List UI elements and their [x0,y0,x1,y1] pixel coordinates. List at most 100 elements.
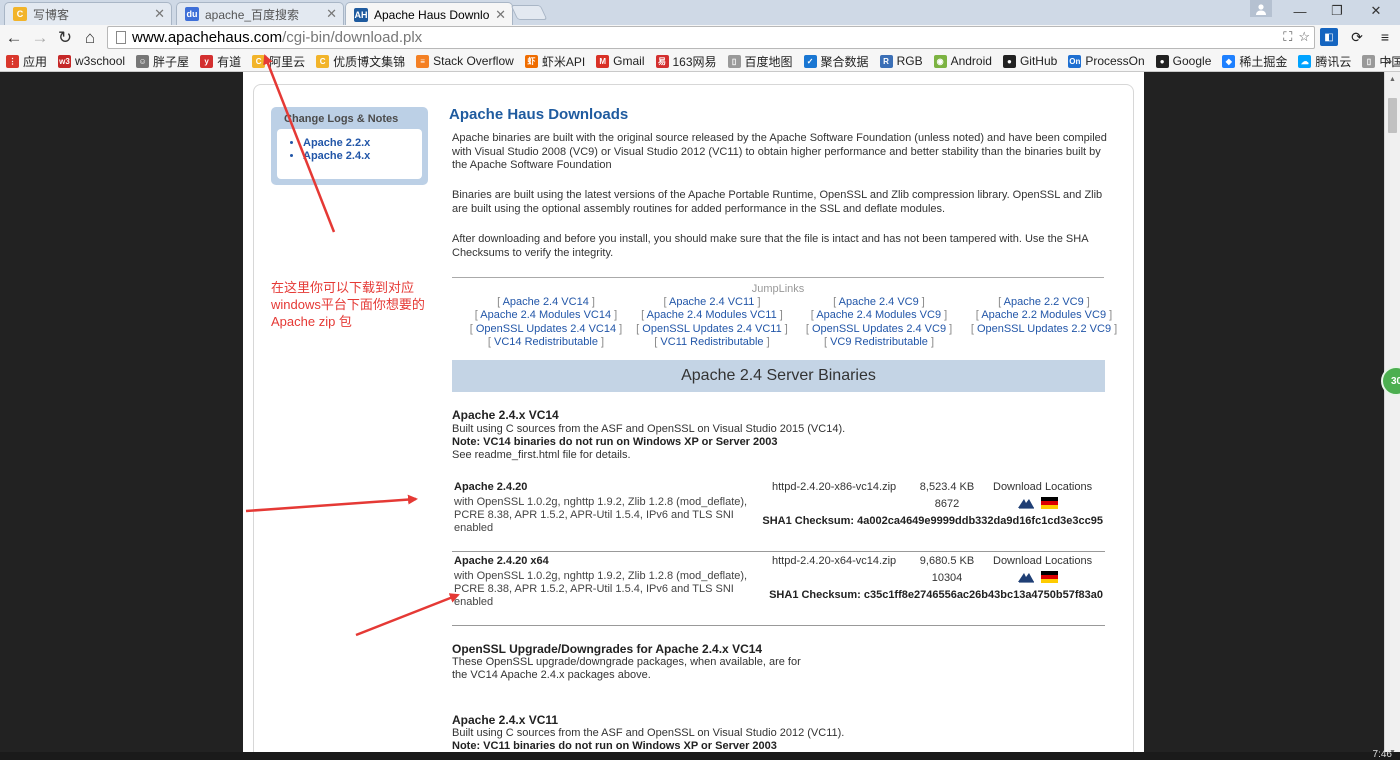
jumplink[interactable]: Apache 2.2 Modules VC9 [981,309,1106,321]
germany-flag-icon[interactable] [1041,571,1058,583]
bookmark-item[interactable]: ● Google [1155,54,1211,68]
scrollbar-thumb[interactable] [1388,98,1397,133]
bookmark-item[interactable]: 易 163网易 [655,53,717,70]
jumplink[interactable]: Apache 2.4 VC11 [669,296,754,308]
close-window-button[interactable]: ✕ [1362,2,1390,20]
vc11-description: Built using C sources from the ASF and O… [452,727,845,739]
bookmark-item[interactable]: C 优质博文集锦 [316,53,405,70]
csdn-icon: C [316,54,330,68]
bookmark-item[interactable]: ◆ 稀土掘金 [1222,53,1287,70]
star-icon[interactable]: ☆ [1298,29,1310,45]
close-icon[interactable]: ✕ [326,6,337,22]
page-icon: ▯ [1362,54,1376,68]
verify-paragraph: After downloading and before you install… [452,233,1088,259]
page-icon [116,31,126,44]
apachehaus-icon: AH [354,7,368,22]
profile-icon[interactable] [1250,0,1272,17]
vc14-description: Built using C sources from the ASF and O… [452,423,846,435]
page-content: Change Logs & Notes Apache 2.2.x Apache … [243,72,1144,760]
bookmark-label: 腾讯云 [1315,54,1352,69]
bookmark-item[interactable]: ☁ 腾讯云 [1298,53,1351,70]
jumplink[interactable]: Apache 2.2 VC9 [1004,296,1084,308]
page-icon: ▯ [727,54,741,68]
close-icon[interactable]: ✕ [495,7,506,23]
vc14-note: Note: VC14 binaries do not run on Window… [452,436,778,448]
tab-apachehaus[interactable]: AH Apache Haus Download ✕ [345,2,513,26]
jumplink[interactable]: OpenSSL Updates 2.4 VC9 [812,323,946,335]
xiami-icon: 虾 [524,54,538,68]
minimize-button[interactable]: — [1286,2,1314,20]
bookmark-item[interactable]: w3 w3school [58,54,125,68]
bookmark-item[interactable]: R RGB [879,54,923,68]
intro-paragraph: Apache binaries are built with the origi… [452,132,1107,171]
openssl-vc14-line: These OpenSSL upgrade/downgrade packages… [452,656,801,668]
bookmark-item[interactable]: ◉ Android [933,54,992,68]
bookmark-item[interactable]: M Gmail [596,54,645,68]
baidu-paw-icon: du [185,7,199,21]
download-locations-label: Download Locations [993,555,1093,567]
germany-flag-icon[interactable] [1041,497,1058,509]
reload-button[interactable]: ↻ [55,28,75,48]
download-count: 8672 [934,498,960,510]
jumplink[interactable]: Apache 2.4 VC9 [839,296,919,308]
bookmark-item[interactable]: ✓ 聚合数据 [803,53,869,70]
processon-icon: On [1068,54,1082,68]
jumplink[interactable]: OpenSSL Updates 2.4 VC11 [642,323,781,335]
jumplink[interactable]: VC9 Redistributable [830,336,928,348]
close-icon[interactable]: ✕ [154,6,165,22]
jumplink[interactable]: Apache 2.4 VC14 [503,296,589,308]
jumplink[interactable]: VC14 Redistributable [494,336,598,348]
bookmarks-overflow-button[interactable]: » [1385,54,1392,68]
address-bar[interactable]: www.apachehaus.com /cgi-bin/download.plx… [107,26,1315,49]
extension-icon[interactable]: ◧ [1320,28,1338,46]
menu-icon[interactable]: ≡ [1376,28,1394,46]
back-button[interactable]: ← [4,28,24,48]
translate-icon[interactable]: ⛶ [1283,29,1292,45]
jumplink-row: [ OpenSSL Updates 2.2 VC9 ] [970,322,1118,335]
changelog-link-22[interactable]: Apache 2.2.x [303,137,422,150]
bookmark-item[interactable]: ☺ 胖子屋 [136,53,189,70]
forward-button[interactable]: → [30,28,50,48]
bookmark-item[interactable]: ⋮ 应用 [6,53,47,70]
bookmark-item[interactable]: C 阿里云 [252,53,305,70]
juejin-icon: ◆ [1222,54,1236,68]
bookmark-item[interactable]: On ProcessOn [1068,54,1145,68]
apachelounge-mirror-icon[interactable] [1017,497,1035,509]
scroll-up-icon[interactable]: ▲ [1389,76,1396,83]
jumplink[interactable]: Apache 2.4 Modules VC11 [647,309,777,321]
divider [452,277,1104,278]
jumplink[interactable]: VC11 Redistributable [660,336,763,348]
package-file: httpd-2.4.20-x86-vc14.zip [772,481,897,493]
url-host: www.apachehaus.com [132,29,283,46]
new-tab-button[interactable] [510,5,548,20]
jumplink[interactable]: OpenSSL Updates 2.4 VC14 [476,323,616,335]
content-card: Change Logs & Notes Apache 2.2.x Apache … [253,84,1134,760]
bookmark-item[interactable]: y 有道 [200,53,241,70]
restore-button[interactable]: ❐ [1323,2,1351,20]
jumplinks-column: [ Apache 2.4 VC11 ][ Apache 2.4 Modules … [628,296,796,349]
home-button[interactable]: ⌂ [80,28,100,48]
tab-baidu-search[interactable]: du apache_百度搜索 ✕ [176,2,344,25]
apachelounge-mirror-icon[interactable] [1017,571,1035,583]
jumplink[interactable]: OpenSSL Updates 2.2 VC9 [977,323,1111,335]
jumplink[interactable]: Apache 2.4 Modules VC9 [816,309,941,321]
changelog-link-24[interactable]: Apache 2.4.x [303,150,422,163]
jumplink[interactable]: Apache 2.4 Modules VC14 [480,309,611,321]
sync-icon[interactable]: ⟳ [1348,28,1366,46]
tab-strip: C 写博客 ✕ du apache_百度搜索 ✕ AH Apache Haus … [0,0,1400,26]
vertical-scrollbar[interactable]: ▲ ▼ [1384,72,1400,760]
bookmark-item[interactable]: ● GitHub [1002,54,1057,68]
github-icon: ● [1002,54,1016,68]
jumplink-row: [ OpenSSL Updates 2.4 VC9 ] [805,322,953,335]
bookmark-item[interactable]: 虾虾米API [524,53,585,70]
page-viewport: Change Logs & Notes Apache 2.2.x Apache … [0,72,1384,760]
tab-write-blog[interactable]: C 写博客 ✕ [4,2,172,25]
jumplink-row: [ Apache 2.4 Modules VC14 ] [474,309,618,322]
jumplink-row: [ VC14 Redistributable ] [487,335,605,348]
bookmark-item[interactable]: ▯中国软件 [1362,53,1400,70]
vc14-readme: See readme_first.html file for details. [452,449,631,461]
bookmark-item[interactable]: ▯ 百度地图 [727,53,793,70]
gmail-icon: M [596,54,610,68]
netease-icon: 易 [655,54,669,68]
bookmark-item[interactable]: ≡ Stack Overflow [416,54,514,68]
